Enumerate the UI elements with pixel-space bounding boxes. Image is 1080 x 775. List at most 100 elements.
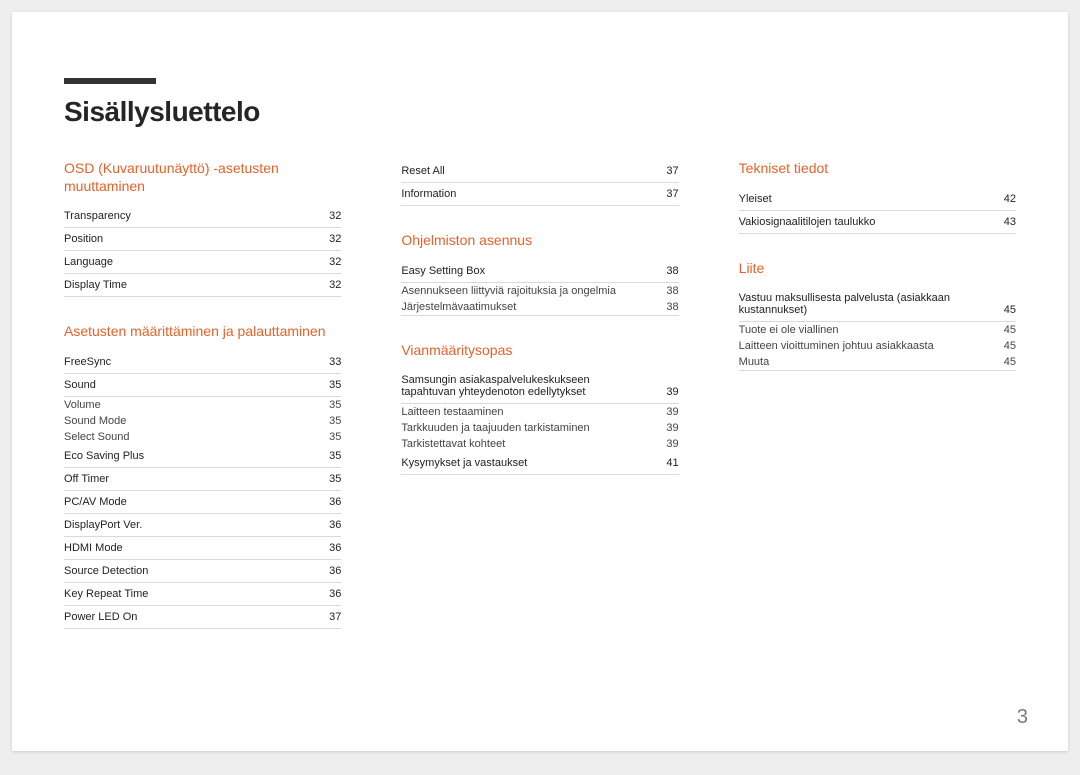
toc-entry-label: Järjestelmävaatimukset [401,301,642,313]
section-title: Tekniset tiedot [739,160,1016,178]
toc-entry-label: Tuote ei ole viallinen [739,324,980,336]
toc-entry-page: 35 [317,431,341,443]
toc-entry-label: Asennukseen liittyviä rajoituksia ja ong… [401,285,642,297]
toc-entry-page: 35 [317,415,341,427]
toc-entry: Järjestelmävaatimukset 38 [401,299,678,316]
page-title: Sisällysluettelo [64,96,260,128]
toc-entry: Kysymykset ja vastaukset 41 [401,452,678,475]
page-number: 3 [1017,706,1028,729]
toc-entry-label: Volume [64,399,305,411]
toc-entry: Laitteen vioittuminen johtuu asiakkaasta… [739,338,1016,354]
toc-entry: Transparency 32 [64,205,341,228]
toc-entry-page: 37 [317,611,341,623]
toc-entry: Volume35 [64,397,341,413]
toc-entry-page: 33 [317,356,341,368]
toc-entry-page: 32 [317,233,341,245]
toc-entry-page: 36 [317,588,341,600]
toc-entry: Samsungin asiakaspalvelukeskukseen tapah… [401,369,678,404]
toc-entry-label: Power LED On [64,611,305,623]
toc-entry-label: Display Time [64,279,305,291]
toc-entry-label: Muuta [739,356,980,368]
toc-entry-page: 45 [992,304,1016,316]
toc-entry-label: PC/AV Mode [64,496,305,508]
toc-entry: Vastuu maksullisesta palvelusta (asiakka… [739,287,1016,322]
toc-entry: Off Timer 35 [64,468,341,491]
toc-entry-page: 45 [992,340,1016,352]
toc-entry-label: Sound [64,379,305,391]
toc-entry: Asennukseen liittyviä rajoituksia ja ong… [401,283,678,299]
toc-entry-label: Information [401,188,642,200]
toc-entry-label: Reset All [401,165,642,177]
toc-entry-label: Select Sound [64,431,305,443]
toc-entry-page: 41 [655,457,679,469]
toc-entry-page: 39 [655,438,679,450]
toc-entry-page: 39 [655,386,679,398]
toc-entry-label: Key Repeat Time [64,588,305,600]
toc-entry-label: Samsungin asiakaspalvelukeskukseen tapah… [401,374,642,398]
toc-entry: FreeSync 33 [64,351,341,374]
toc-entry-page: 35 [317,473,341,485]
toc-entry: PC/AV Mode 36 [64,491,341,514]
toc-entry: Tarkistettavat kohteet 39 [401,436,678,452]
toc-entry-label: FreeSync [64,356,305,368]
toc-entry: Yleiset42 [739,188,1016,211]
toc-entry-page: 35 [317,379,341,391]
toc-entry-page: 36 [317,542,341,554]
toc-columns: OSD (Kuvaruutunäyttö) -asetusten muuttam… [64,160,1016,655]
toc-entry-page: 37 [655,188,679,200]
page: Sisällysluettelo OSD (Kuvaruutunäyttö) -… [12,12,1068,751]
toc-entry: Reset All37 [401,160,678,183]
toc-entry: Information 37 [401,183,678,206]
section-title: Liite [739,260,1016,278]
toc-entry-label: Easy Setting Box [401,265,642,277]
toc-section: Vianmääritysopas Samsungin asiakaspalvelu… [401,342,678,476]
toc-entry-page: 32 [317,256,341,268]
toc-entry: Easy Setting Box 38 [401,260,678,283]
toc-entry-page: 45 [992,324,1016,336]
toc-entry-label: Tarkistettavat kohteet [401,438,642,450]
toc-entry: Sound Mode 35 [64,413,341,429]
toc-entry-label: HDMI Mode [64,542,305,554]
toc-entry-label: Laitteen testaaminen [401,406,642,418]
toc-entry-page: 42 [992,193,1016,205]
toc-entry-page: 36 [317,496,341,508]
toc-entry: Key Repeat Time 36 [64,583,341,606]
toc-entry-label: Eco Saving Plus [64,450,305,462]
toc-section: Asetusten määrittäminen ja palauttaminen… [64,323,341,629]
toc-entry-label: DisplayPort Ver. [64,519,305,531]
toc-entry-page: 36 [317,565,341,577]
toc-section: OSD (Kuvaruutunäyttö) -asetusten muuttam… [64,160,341,297]
toc-section: Reset All37 Information 37 [401,160,678,206]
toc-column: Tekniset tiedot Yleiset42Vakiosignaalitil… [739,160,1016,655]
toc-entry: Language32 [64,251,341,274]
toc-entry-label: Transparency [64,210,305,222]
title-bar [64,78,156,84]
toc-entry: Power LED On 37 [64,606,341,629]
section-title: Vianmääritysopas [401,342,678,360]
toc-entry-page: 45 [992,356,1016,368]
toc-entry: HDMI Mode 36 [64,537,341,560]
toc-entry-label: Kysymykset ja vastaukset [401,457,642,469]
toc-entry: Select Sound 35 [64,429,341,445]
toc-entry-label: Sound Mode [64,415,305,427]
toc-entry-label: Off Timer [64,473,305,485]
toc-entry-page: 38 [655,285,679,297]
toc-entry-page: 36 [317,519,341,531]
toc-entry-page: 32 [317,279,341,291]
toc-entry-label: Vastuu maksullisesta palvelusta (asiakka… [739,292,980,316]
toc-entry-label: Source Detection [64,565,305,577]
toc-entry-page: 38 [655,301,679,313]
toc-entry-page: 39 [655,422,679,434]
toc-entry-label: Tarkkuuden ja taajuuden tarkistaminen [401,422,642,434]
section-title: Asetusten määrittäminen ja palauttaminen [64,323,341,341]
toc-entry: Eco Saving Plus35 [64,445,341,468]
section-title: Ohjelmiston asennus [401,232,678,250]
toc-entry: Tarkkuuden ja taajuuden tarkistaminen 39 [401,420,678,436]
toc-section: Ohjelmiston asennus Easy Setting Box 38 Ase… [401,232,678,316]
toc-entry-page: 38 [655,265,679,277]
toc-entry-label: Laitteen vioittuminen johtuu asiakkaasta [739,340,980,352]
toc-section: Tekniset tiedot Yleiset42Vakiosignaalitil… [739,160,1016,234]
toc-entry: Vakiosignaalitilojen taulukko43 [739,211,1016,234]
toc-entry: DisplayPort Ver. 36 [64,514,341,537]
toc-entry-page: 32 [317,210,341,222]
